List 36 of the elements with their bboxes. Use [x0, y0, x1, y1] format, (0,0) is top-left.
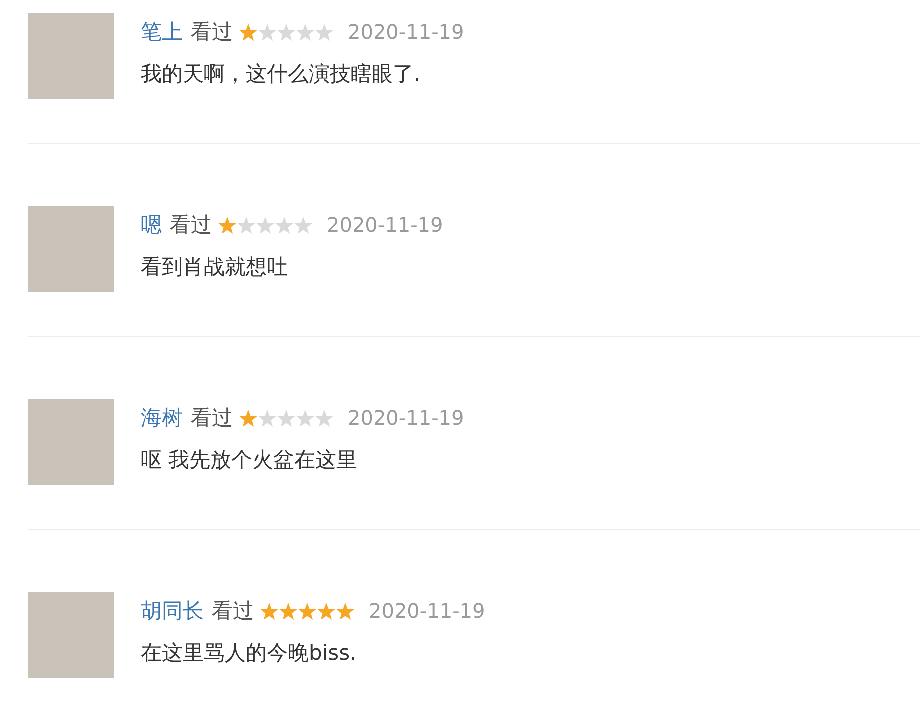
star-icon [258, 22, 277, 42]
watch-status: 看过 [191, 405, 233, 432]
star-icon [296, 408, 315, 428]
star-icon [260, 602, 279, 620]
star-icon [277, 22, 296, 42]
star-icon [218, 216, 237, 234]
comment-date: 2020-11-19 [348, 406, 464, 430]
comment-text: 在这里骂人的今晚biss. [141, 640, 358, 667]
star-icon [239, 22, 258, 42]
comment-date: 2020-11-19 [348, 20, 464, 44]
user-name-link[interactable]: 嗯 [141, 211, 162, 239]
comment-date: 2020-11-19 [327, 213, 444, 237]
star-icon [237, 216, 256, 234]
star-icon [275, 216, 294, 234]
star-icon [294, 216, 313, 234]
user-name-link[interactable]: 海树 [141, 404, 183, 432]
comment-text: 看到肖战就想吐 [141, 254, 289, 281]
star-icon [279, 602, 298, 620]
watch-status: 看过 [212, 598, 254, 625]
comment-date: 2020-11-19 [369, 599, 486, 623]
star-icon [315, 408, 334, 428]
watch-status: 看过 [191, 19, 233, 46]
star-icon [336, 602, 355, 620]
user-name-link[interactable]: 笔上 [141, 18, 183, 46]
star-icon [258, 408, 277, 428]
star-icon [298, 602, 317, 620]
star-icon [277, 408, 296, 428]
star-icon [317, 602, 336, 620]
star-icon [315, 22, 334, 42]
watch-status: 看过 [170, 212, 212, 239]
star-icon [296, 22, 315, 42]
comment-text: 我的天啊，这什么演技瞎眼了. [141, 61, 422, 88]
star-icon [239, 408, 258, 428]
comment-text: 呕 我先放个火盆在这里 [141, 447, 359, 474]
user-name-link[interactable]: 胡同长 [141, 597, 204, 625]
star-icon [256, 216, 275, 234]
